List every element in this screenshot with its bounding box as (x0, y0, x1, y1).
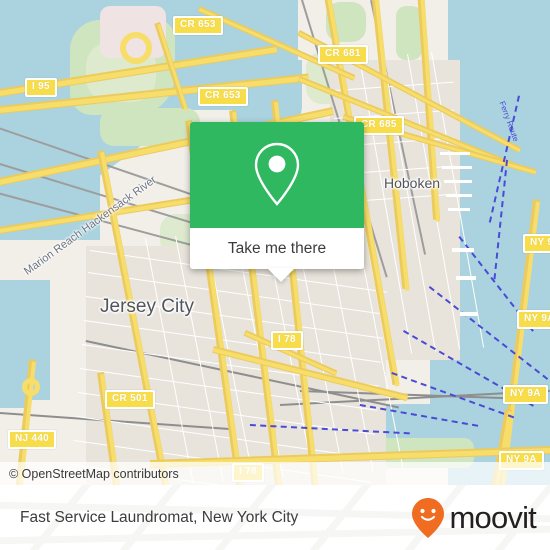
road-shield: CR 501 (105, 390, 155, 409)
footer-bar: Fast Service Laundromat, New York City m… (0, 485, 550, 550)
road-shield: CR 653 (173, 16, 223, 35)
road-shield: NY 9A (523, 234, 550, 253)
road-shield: NY 9A (517, 310, 550, 329)
location-title-text: Fast Service Laundromat, New York City (20, 508, 299, 526)
pier (448, 208, 470, 211)
location-popup-card[interactable]: Take me there (190, 122, 364, 282)
map-screenshot: Ferry Route Jersey City Hoboken Marion R… (0, 0, 550, 550)
road-shield: NY 9A (503, 385, 548, 404)
take-me-there-label: Take me there (227, 239, 327, 257)
pier (456, 276, 476, 280)
place-label-jersey-city: Jersey City (100, 296, 194, 317)
popup-pointer-tail (267, 268, 295, 282)
map-canvas[interactable]: Ferry Route Jersey City Hoboken Marion R… (0, 0, 550, 485)
interchange-loop (22, 378, 40, 396)
moovit-brand-text: moovit (449, 499, 536, 535)
map-pin-icon (254, 142, 300, 206)
pier (440, 152, 470, 155)
road-shield: I 95 (25, 78, 57, 97)
road-shield: CR 653 (198, 87, 248, 106)
road-shield: CR 681 (318, 45, 368, 64)
pier (442, 166, 472, 169)
pier (444, 180, 472, 183)
pier (460, 312, 478, 316)
road-shield: I 78 (271, 331, 303, 350)
moovit-pin-smile-icon (412, 497, 445, 538)
location-title: Fast Service Laundromat, New York City (20, 485, 298, 550)
interchange-loop (120, 32, 152, 64)
pier (452, 248, 474, 252)
road-shield: NJ 440 (8, 430, 57, 449)
map-attribution-bar: © OpenStreetMap contributors (0, 462, 550, 485)
moovit-brand[interactable]: moovit (411, 485, 537, 550)
popup-action-bar[interactable]: Take me there (190, 228, 364, 269)
pier (446, 194, 472, 197)
attribution-text: © OpenStreetMap contributors (9, 466, 179, 481)
place-label-hoboken: Hoboken (384, 175, 441, 191)
popup-header (190, 122, 364, 228)
